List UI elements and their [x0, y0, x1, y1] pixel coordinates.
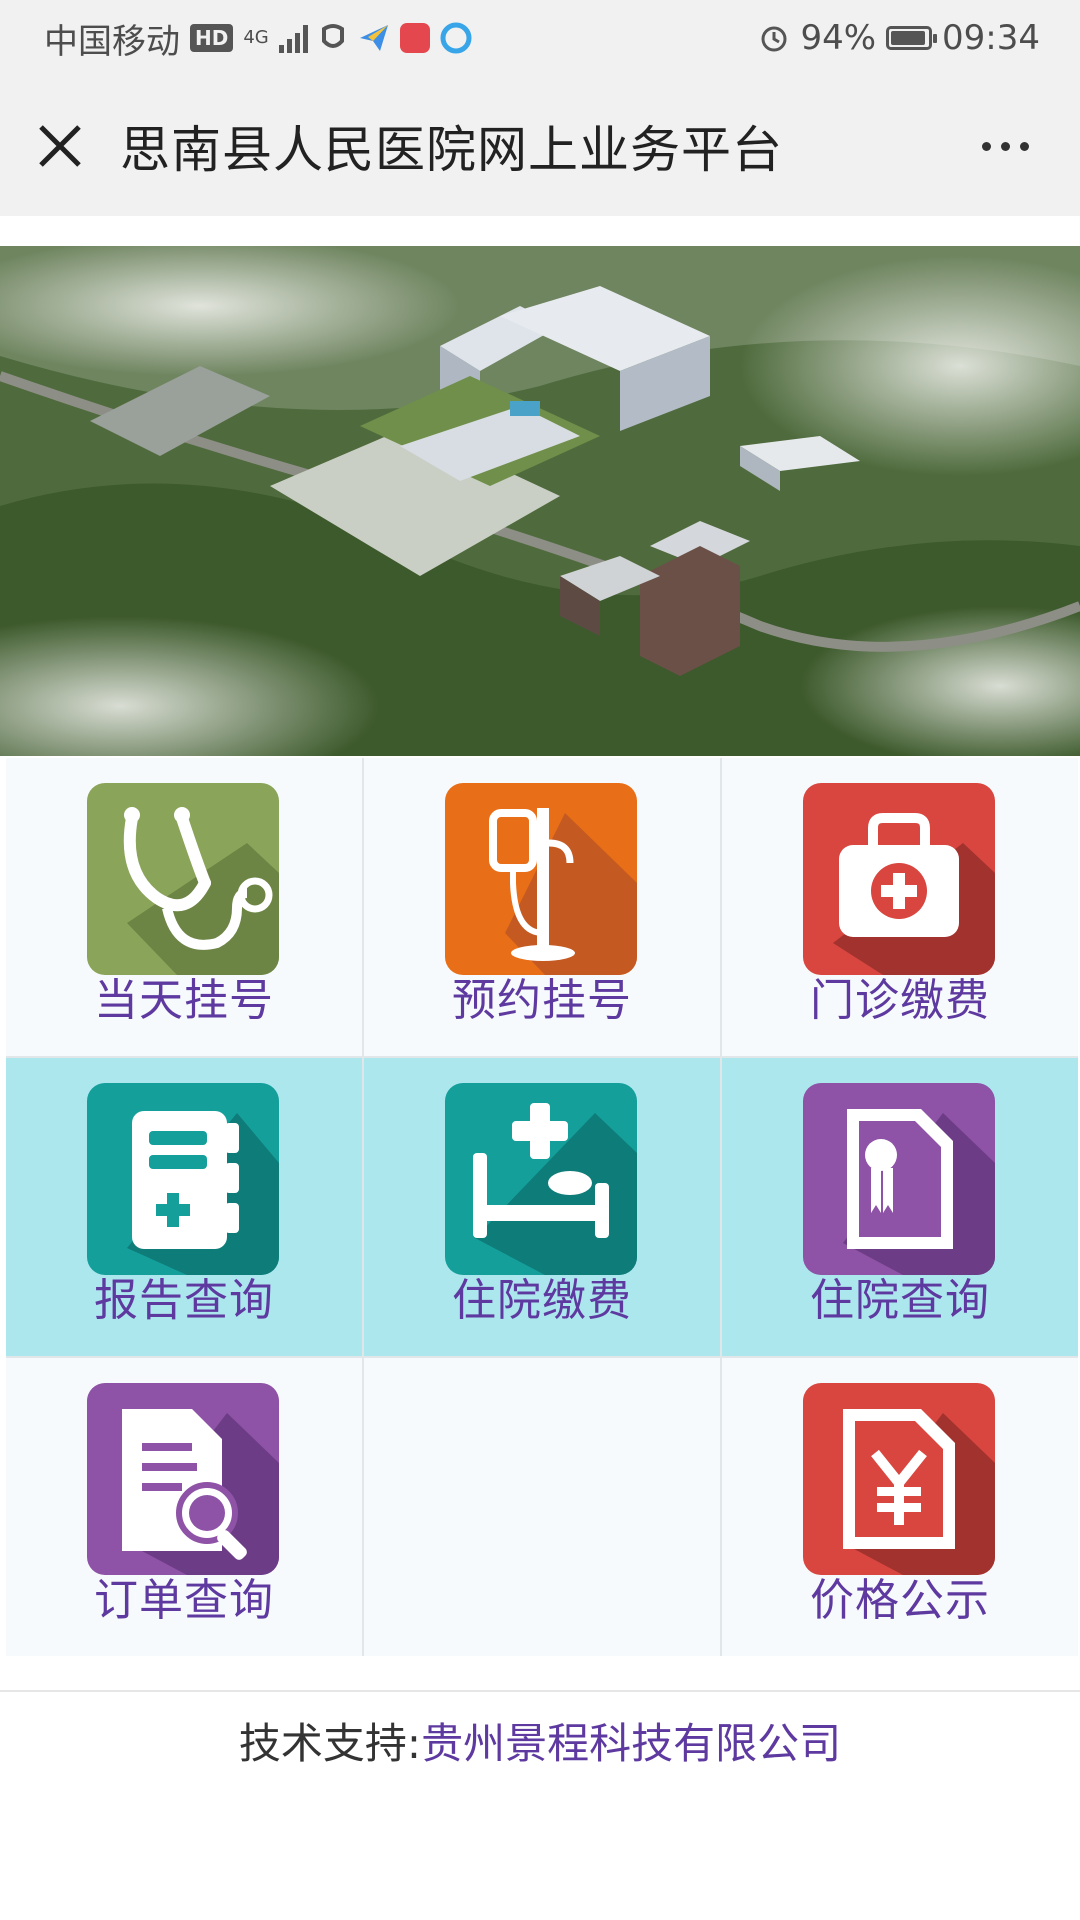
tile-price-notice[interactable]: 价格公示	[722, 1358, 1078, 1656]
tile-inpatient-query[interactable]: 住院查询	[722, 1058, 1078, 1356]
footer-prefix: 技术支持:	[238, 1719, 422, 1768]
tile-appointment-registration[interactable]: 预约挂号	[364, 758, 720, 1056]
footer: 技术支持:贵州景程科技有限公司	[0, 1710, 1080, 1771]
carrier-name: 中国移动	[44, 21, 180, 62]
nav-bar: 思南县人民医院网上业务平台	[0, 76, 1080, 216]
empty-tile	[364, 1358, 720, 1656]
tile-label: 报告查询	[94, 1275, 274, 1326]
tile-report-query[interactable]: 报告查询	[6, 1058, 362, 1356]
medical-report-icon	[87, 1083, 279, 1275]
book-app-icon	[399, 23, 430, 53]
tile-label: 住院查询	[810, 1275, 990, 1326]
paper-plane-icon	[359, 25, 388, 51]
close-button[interactable]	[0, 76, 120, 216]
clock: 09:34	[942, 18, 1040, 58]
certificate-icon	[803, 1083, 995, 1275]
price-document-icon	[803, 1383, 995, 1575]
notification-icon	[321, 24, 344, 48]
document-search-icon	[87, 1383, 279, 1575]
tile-order-query[interactable]: 订单查询	[6, 1358, 362, 1656]
network-type: 4G	[243, 27, 269, 48]
footer-company-link[interactable]: 贵州景程科技有限公司	[421, 1719, 841, 1768]
signal-icon	[278, 23, 308, 53]
battery-percent: 94%	[800, 18, 877, 58]
tile-label: 订单查询	[94, 1575, 274, 1626]
hd-badge: HD	[190, 24, 234, 52]
hospital-bed-icon	[445, 1083, 637, 1275]
tile-label: 当天挂号	[94, 975, 274, 1026]
more-options-button[interactable]	[970, 116, 1040, 176]
stethoscope-icon	[87, 783, 279, 975]
iv-drip-icon	[445, 783, 637, 975]
service-grid: 当天挂号 预约挂号 门诊缴费 报告查询 住院缴费 住院查询 订单查询 价格公示	[6, 758, 1078, 1656]
tile-label: 价格公示	[810, 1575, 990, 1626]
tile-label: 门诊缴费	[810, 975, 990, 1026]
tile-same-day-registration[interactable]: 当天挂号	[6, 758, 362, 1056]
tile-outpatient-payment[interactable]: 门诊缴费	[722, 758, 1078, 1056]
medical-kit-icon	[803, 783, 995, 975]
page-title: 思南县人民医院网上业务平台	[120, 121, 783, 179]
close-icon	[39, 125, 81, 167]
tile-inpatient-payment[interactable]: 住院缴费	[364, 1058, 720, 1356]
footer-divider	[0, 1690, 1080, 1692]
browser-app-icon	[440, 22, 472, 54]
tile-label: 住院缴费	[452, 1275, 632, 1326]
alarm-icon	[761, 26, 787, 52]
status-bar-left: 中国移动 HD 4G	[0, 14, 472, 63]
hospital-banner-image	[0, 246, 1080, 756]
status-bar-right: 94% 09:34	[758, 18, 1080, 58]
status-bar: 中国移动 HD 4G 94% 09:34	[0, 0, 1080, 76]
tile-label: 预约挂号	[452, 975, 632, 1026]
battery-icon	[886, 26, 938, 50]
